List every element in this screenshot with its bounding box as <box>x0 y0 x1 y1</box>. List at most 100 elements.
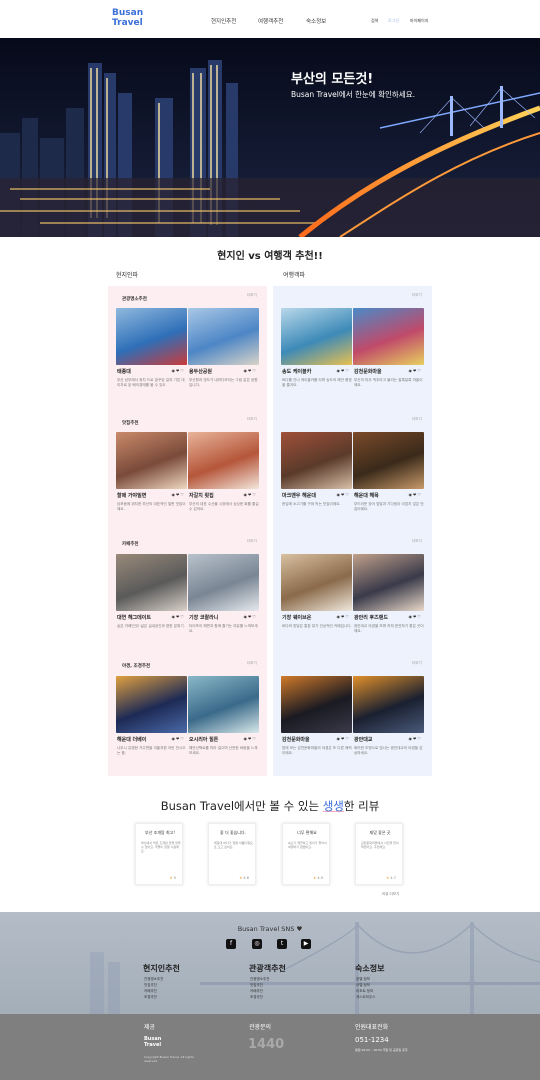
place-name: 기장 코랄라니 <box>189 615 219 621</box>
place-photo <box>281 432 352 489</box>
place-photo <box>281 554 352 611</box>
footer-col-title[interactable]: 숙소정보 <box>355 963 384 974</box>
heart-outline-icon[interactable]: ♡ <box>345 736 350 741</box>
card-actions: ◉❤♡ <box>337 614 350 619</box>
nav-local[interactable]: 현지인추천 <box>211 17 236 25</box>
place-name: 태종대 <box>117 369 131 375</box>
copyright: Copyright Busan Travel. All rights reser… <box>144 1055 194 1063</box>
sns-title: Busan Travel SNS ♥ <box>0 925 540 933</box>
heart-outline-icon[interactable]: ♡ <box>180 492 185 497</box>
place-photo <box>353 676 424 733</box>
star-icon: ★ <box>239 876 243 880</box>
heart-outline-icon[interactable]: ♡ <box>417 368 422 373</box>
footer-link[interactable]: 조경추천 <box>144 994 157 1000</box>
footer-col-title[interactable]: 현지인추천 <box>143 963 180 974</box>
place-photo <box>116 554 187 611</box>
review-card[interactable]: 좋 더 좋습니다. 해운대 바다가 정말 아름다워요. 또 오고 싶어요. ★ … <box>208 823 256 885</box>
heart-outline-icon[interactable]: ♡ <box>417 614 422 619</box>
place-photo <box>353 432 424 489</box>
heart-icon: ♥ <box>296 925 303 933</box>
heart-outline-icon[interactable]: ♡ <box>345 368 350 373</box>
place-name: 해운대 더베이 <box>117 737 147 743</box>
heart-outline-icon[interactable]: ♡ <box>180 368 185 373</box>
card-actions: ◉❤♡ <box>409 614 422 619</box>
review-card[interactable]: 재밌 좋은 곳 감천문화마을에서 사진을 많이 찍었어요. 추천해요. ★ 4.… <box>355 823 403 885</box>
heart-outline-icon[interactable]: ♡ <box>345 492 350 497</box>
review-card[interactable]: 너무 편해요 숙소가 깨끗하고 위치가 좋아서 여행하기 편했어요. ★ 4.9 <box>282 823 330 885</box>
review-rating: ★ 5 <box>170 876 177 880</box>
business-hours: 평일 09:00 - 18:00 주말 및 공휴일 휴무 <box>355 1048 408 1052</box>
review-rating: ★ 4.9 <box>313 876 323 880</box>
card-actions: ◉❤♡ <box>409 368 422 373</box>
card-actions: ◉❤♡ <box>337 492 350 497</box>
more-link[interactable]: 더보기 <box>247 539 257 544</box>
more-link[interactable]: 더보기 <box>247 417 257 422</box>
heart-outline-icon[interactable]: ♡ <box>417 736 422 741</box>
footer-link[interactable]: 게스트하우스 <box>356 994 375 1000</box>
mypage-link[interactable]: 마이페이지 <box>410 18 428 24</box>
place-name: 광안리 후즈랜드 <box>354 615 388 621</box>
heart-outline-icon[interactable]: ♡ <box>252 492 257 497</box>
place-photo <box>116 308 187 365</box>
nav-traveler[interactable]: 여행객추천 <box>258 17 283 25</box>
header: Busan Travel 현지인추천 여행객추천 숙소정보 검색 로그인 마이페… <box>0 0 540 38</box>
hero-banner: 부산의 모든것! Busan Travel에서 한눈에 확인하세요. <box>0 38 540 237</box>
place-photo <box>353 554 424 611</box>
place-name: 대연 헤그데이트 <box>117 615 151 621</box>
heart-outline-icon[interactable]: ♡ <box>252 368 257 373</box>
card-actions: ◉❤♡ <box>337 368 350 373</box>
heart-outline-icon[interactable]: ♡ <box>252 614 257 619</box>
twitter-icon[interactable]: t <box>277 939 287 949</box>
login-link[interactable]: 로그인 <box>388 18 399 24</box>
star-icon: ★ <box>386 876 390 880</box>
heart-outline-icon[interactable]: ♡ <box>252 736 257 741</box>
place-description: 부산의 대표 수산물 시장에서 싱싱한 회를 즐길 수 있어요. <box>189 502 259 511</box>
heart-outline-icon[interactable]: ♡ <box>180 736 185 741</box>
local-category: 맛집추천 <box>122 421 139 426</box>
more-link[interactable]: 더보기 <box>412 661 422 666</box>
place-description: 부산의 마추 픽추라고 불리는 알록달록 마을이에요. <box>354 378 423 387</box>
review-more-link[interactable]: 리뷰 더보기 <box>382 892 399 897</box>
place-description: 밤에 보는 감천문화마을의 야경은 또 다른 매력이에요. <box>282 746 352 755</box>
logo[interactable]: Busan Travel <box>112 8 152 28</box>
more-link[interactable]: 더보기 <box>412 293 422 298</box>
place-name: 광안대교 <box>354 737 373 743</box>
place-name: 할매 가야밀면 <box>117 493 147 499</box>
facebook-icon[interactable]: f <box>226 939 236 949</box>
place-description: 부산 남부에서 위치 드로 꿈꾸었 길과 기업 대리자로 된 배이경에를 볼 수… <box>117 378 185 387</box>
review-card[interactable]: 부산 조개탕 최고! 부산에서 먹은 조개탕 맛을 잊을 수 없어요. 국물이 … <box>135 823 183 885</box>
heart-outline-icon[interactable]: ♡ <box>417 492 422 497</box>
place-description: 부드러운 장어 덮밥과 기다림이 아깝지 않은 맛집이에요. <box>354 502 424 511</box>
logo-line1: Busan <box>112 8 144 18</box>
place-description: 광안대교 야경을 보며 커피 한잔하기 좋은 곳이에요. <box>354 624 424 633</box>
place-name: 용두산공원 <box>189 369 213 375</box>
card-actions: ◉❤♡ <box>409 736 422 741</box>
footer-phone-title: 인원대표전화 <box>355 1024 389 1031</box>
search-link[interactable]: 검색 <box>371 18 378 24</box>
place-description: 해안산책로를 따라 걸으며 산뜻한 바람을 느껴보세요. <box>189 746 258 755</box>
footer-col-title[interactable]: 관광객추천 <box>249 963 286 974</box>
place-description: 화려한 조명으로 빛나는 광안대교의 야경을 감상하세요. <box>354 746 423 755</box>
heart-outline-icon[interactable]: ♡ <box>345 614 350 619</box>
card-actions: ◉❤♡ <box>244 736 257 741</box>
more-link[interactable]: 더보기 <box>412 539 422 544</box>
place-description: 부산항과 영도가 내려다보이는 그림 같은 공원입니다. <box>189 378 258 387</box>
footer-inquiry-title: 관광문의 <box>249 1024 272 1031</box>
review-title-post: 한 리뷰 <box>343 799 380 813</box>
instagram-icon[interactable]: ◎ <box>252 939 262 949</box>
star-icon: ★ <box>169 876 173 880</box>
card-actions: ◉❤♡ <box>172 492 185 497</box>
nav-lodging[interactable]: 숙소정보 <box>306 17 326 25</box>
more-link[interactable]: 더보기 <box>412 417 422 422</box>
place-name: 마크맨우 해운대 <box>282 493 316 499</box>
footer-link[interactable]: 조경추천 <box>250 994 263 1000</box>
youtube-icon[interactable]: ▶ <box>301 939 311 949</box>
place-name: 송도 케이블카 <box>282 369 312 375</box>
review-rating: ★ 4.7 <box>386 876 396 880</box>
place-name: 자갈치 횟집 <box>189 493 214 499</box>
heart-outline-icon[interactable]: ♡ <box>180 614 185 619</box>
more-link[interactable]: 더보기 <box>247 293 257 298</box>
place-photo <box>188 676 259 733</box>
more-link[interactable]: 더보기 <box>247 661 257 666</box>
review-rating-value: 4.9 <box>317 876 323 880</box>
